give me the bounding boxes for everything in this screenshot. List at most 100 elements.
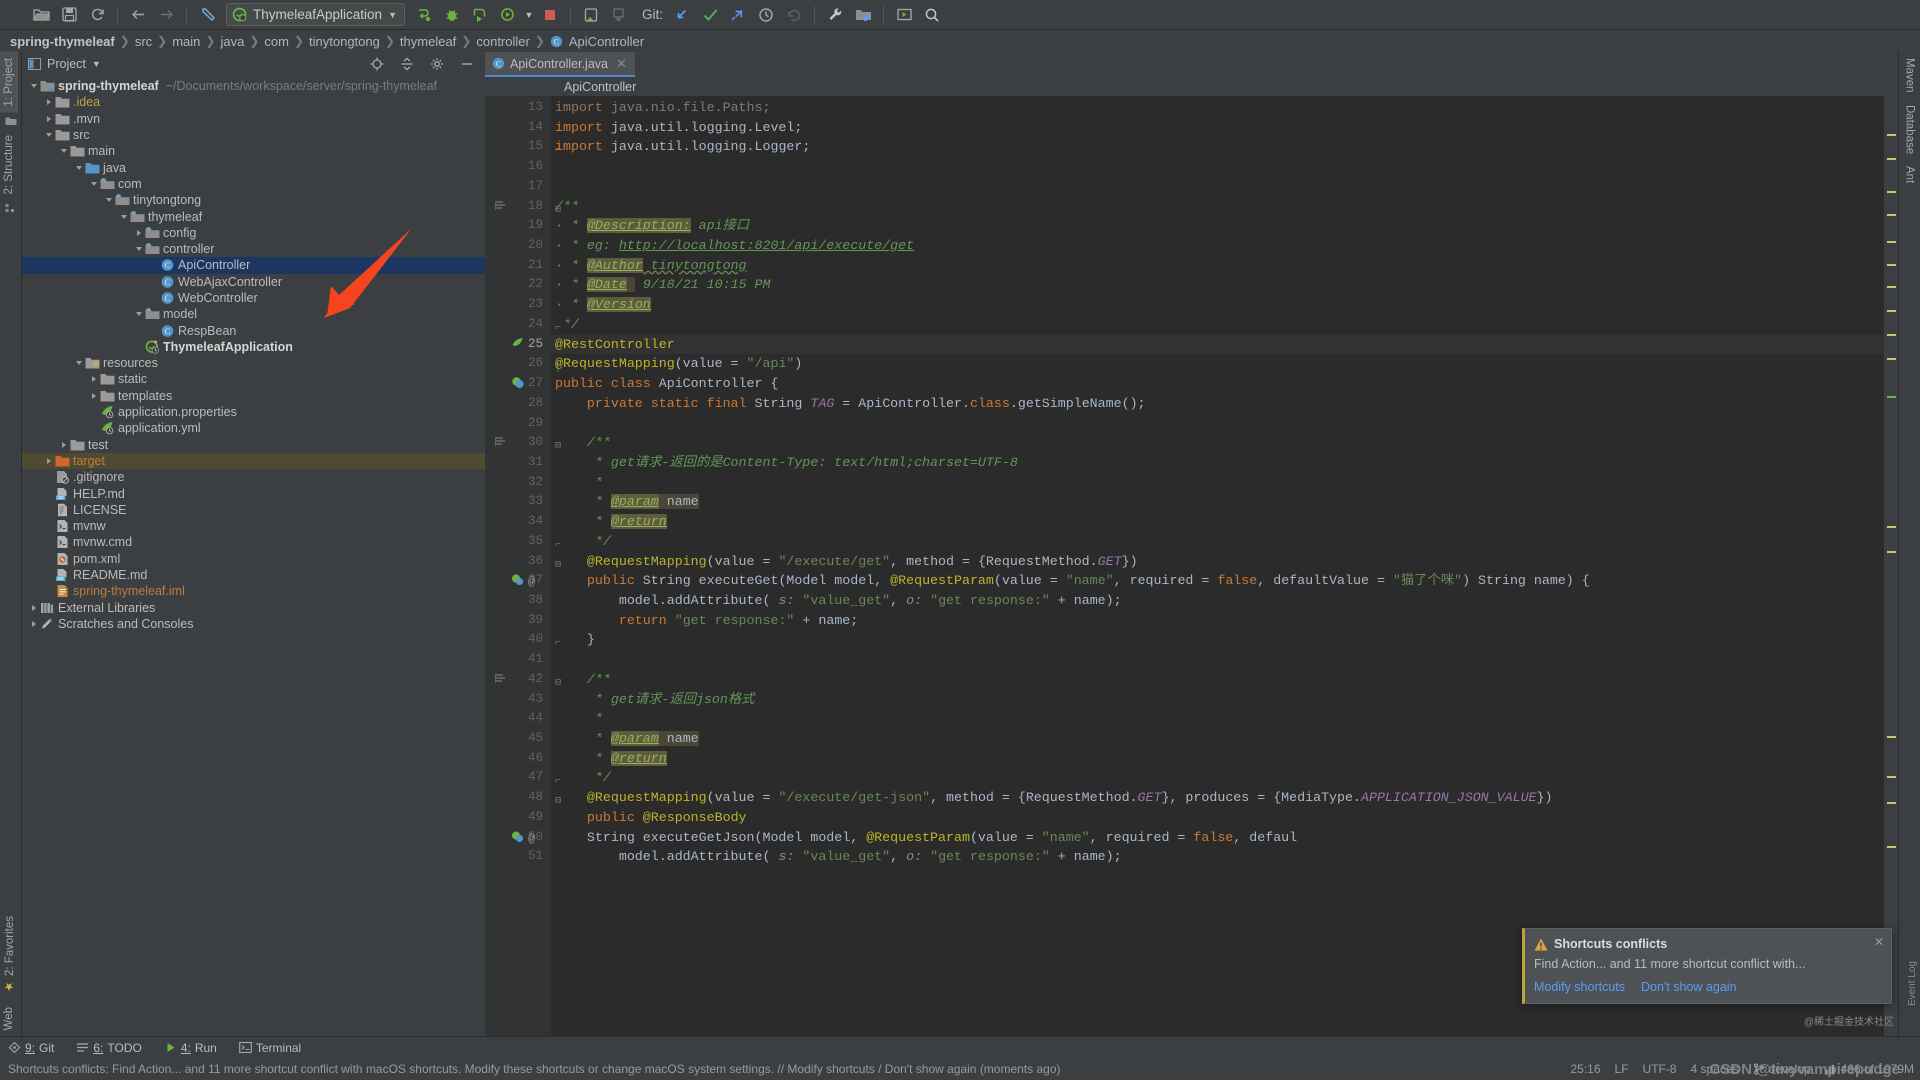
- line-number-gutter[interactable]: 13 14 15⌐ 16 17 18⊟19 20 21 22 23 24⌐25⊟26│ 27 28 29 3…: [485, 96, 561, 1036]
- git-update-icon[interactable]: [669, 3, 695, 27]
- chevron-right-icon[interactable]: [88, 376, 99, 383]
- code-line-22[interactable]: · * @Date 9/18/21 10:15 PM: [551, 275, 1884, 295]
- chevron-down-icon[interactable]: [88, 181, 99, 186]
- breadcrumb-item-2[interactable]: main: [170, 34, 202, 49]
- gutter-line-44[interactable]: 44: [485, 709, 551, 729]
- hide-panel-icon[interactable]: [455, 57, 479, 71]
- code-line-37[interactable]: public String executeGet(Model model, @R…: [551, 571, 1884, 591]
- code-line-46[interactable]: * @return: [551, 749, 1884, 769]
- tree-node-target[interactable]: target: [22, 452, 485, 470]
- tree-node-webajaxcontroller[interactable]: C WebAjaxController: [22, 274, 485, 290]
- tree-node-thymeleaf[interactable]: thymeleaf: [22, 208, 485, 224]
- error-stripe-markers[interactable]: [1884, 96, 1898, 1036]
- sidebar-item-favorites[interactable]: ★ 2: Favorites: [0, 910, 20, 1000]
- chevron-down-icon[interactable]: [133, 247, 144, 252]
- gutter-line-26[interactable]: 26 │: [485, 354, 561, 374]
- rollback-icon[interactable]: [781, 3, 807, 27]
- code-line-20[interactable]: · * eg: http://localhost:8201/api/execut…: [551, 236, 1884, 256]
- gutter-line-24[interactable]: 24 ⌐: [485, 315, 561, 335]
- code-line-38[interactable]: model.addAttribute( s: "value_get", o: "…: [551, 591, 1884, 611]
- gutter-line-13[interactable]: 13: [485, 98, 551, 118]
- code-line-34[interactable]: * @return: [551, 512, 1884, 532]
- dont-show-again-link[interactable]: Don't show again: [1641, 980, 1737, 994]
- run-configuration-selector[interactable]: ThymeleafApplication ▼: [226, 3, 405, 26]
- code-line-24[interactable]: */: [551, 315, 1884, 335]
- gutter-line-46[interactable]: 46: [485, 749, 551, 769]
- device-manager-icon[interactable]: [578, 3, 604, 27]
- chevron-right-icon[interactable]: [133, 229, 144, 236]
- file-encoding[interactable]: UTF-8: [1643, 1062, 1677, 1076]
- chevron-down-icon[interactable]: [103, 198, 114, 203]
- code-line-27[interactable]: public class ApiController {: [551, 374, 1884, 394]
- code-line-44[interactable]: *: [551, 709, 1884, 729]
- modify-shortcuts-link[interactable]: Modify shortcuts: [1534, 980, 1625, 994]
- locate-in-tree-icon[interactable]: [365, 57, 389, 71]
- chevron-down-icon[interactable]: [73, 361, 84, 366]
- build-project-icon[interactable]: [411, 3, 437, 27]
- status-message[interactable]: Shortcuts conflicts: Find Action... and …: [8, 1062, 1556, 1076]
- sync-icon[interactable]: [84, 3, 110, 27]
- tree-node-controller[interactable]: controller: [22, 241, 485, 257]
- coverage-dropdown-icon[interactable]: ▼: [523, 3, 535, 27]
- code-line-21[interactable]: · * @Author tinytongtong: [551, 256, 1884, 276]
- tree-node-apicontroller[interactable]: C ApiController: [22, 257, 485, 274]
- tree-node--idea[interactable]: .idea: [22, 94, 485, 110]
- tree-node-tinytongtong[interactable]: tinytongtong: [22, 192, 485, 208]
- code-line-14[interactable]: import java.util.logging.Level;: [551, 118, 1884, 138]
- bottom-tab-git[interactable]: 9: Git: [4, 1041, 58, 1055]
- tree-node-main[interactable]: main: [22, 143, 485, 159]
- collapse-all-icon[interactable]: [395, 57, 419, 71]
- chevron-down-icon[interactable]: [133, 312, 144, 317]
- gutter-line-50[interactable]: @50: [485, 828, 551, 848]
- chevron-right-icon[interactable]: [88, 392, 99, 399]
- editor-tab-apicontroller[interactable]: C ApiController.java ✕: [485, 52, 635, 77]
- run-anything-icon[interactable]: [891, 3, 917, 27]
- breadcrumb-item-7[interactable]: controller: [474, 34, 531, 49]
- code-line-40[interactable]: }: [551, 630, 1884, 650]
- code-line-30[interactable]: /**: [551, 433, 1884, 453]
- breadcrumb-item-1[interactable]: src: [133, 34, 154, 49]
- gutter-line-17[interactable]: 17: [485, 177, 551, 197]
- gutter-line-22[interactable]: 22: [485, 275, 551, 295]
- gutter-line-42[interactable]: 42 ⊟: [485, 670, 561, 690]
- gutter-line-36[interactable]: 36 ⊟: [485, 552, 561, 572]
- project-tree[interactable]: spring-thymeleaf ~/Documents/workspace/se…: [22, 76, 485, 1036]
- tree-node-help-md[interactable]: MD HELP.md: [22, 485, 485, 501]
- code-line-17[interactable]: [551, 177, 1884, 197]
- code-line-16[interactable]: [551, 157, 1884, 177]
- code-line-45[interactable]: * @param name: [551, 729, 1884, 749]
- gutter-line-45[interactable]: 45: [485, 729, 551, 749]
- gutter-line-49[interactable]: 49: [485, 808, 551, 828]
- gutter-line-39[interactable]: 39: [485, 611, 551, 631]
- gutter-line-31[interactable]: 31: [485, 453, 551, 473]
- tree-node-resources[interactable]: resources: [22, 355, 485, 371]
- chevron-down-icon[interactable]: [58, 149, 69, 154]
- chevron-down-icon[interactable]: [118, 214, 129, 219]
- chevron-right-icon[interactable]: [58, 441, 69, 448]
- gutter-line-18[interactable]: 18 ⊟: [485, 197, 561, 217]
- chevron-down-icon[interactable]: [28, 84, 39, 89]
- code-line-18[interactable]: /**: [551, 197, 1884, 217]
- tree-node--gitignore[interactable]: .gitignore: [22, 469, 485, 485]
- save-all-icon[interactable]: [56, 3, 82, 27]
- project-structure-icon[interactable]: [850, 3, 876, 27]
- line-separator[interactable]: LF: [1615, 1062, 1629, 1076]
- tree-node-readme-md[interactable]: MD README.md: [22, 567, 485, 583]
- tree-node-scratches-and-consoles[interactable]: Scratches and Consoles: [22, 616, 485, 632]
- gear-icon[interactable]: [425, 57, 449, 71]
- gutter-line-47[interactable]: 47 ⌐: [485, 768, 561, 788]
- code-line-19[interactable]: · * @Description: api接口: [551, 216, 1884, 236]
- tree-node-webcontroller[interactable]: C WebController: [22, 290, 485, 306]
- chevron-right-icon[interactable]: [43, 99, 54, 106]
- tree-node--mvn[interactable]: .mvn: [22, 111, 485, 127]
- gutter-line-33[interactable]: 33: [485, 492, 551, 512]
- search-everywhere-icon[interactable]: [919, 3, 945, 27]
- gutter-line-14[interactable]: 14: [485, 118, 551, 138]
- gutter-line-43[interactable]: 43: [485, 690, 551, 710]
- tree-node-test[interactable]: test: [22, 437, 485, 453]
- gutter-line-16[interactable]: 16: [485, 157, 551, 177]
- tree-node-config[interactable]: config: [22, 225, 485, 241]
- gutter-line-30[interactable]: 30 ⊟: [485, 433, 561, 453]
- tree-node-mvnw[interactable]: mvnw: [22, 518, 485, 534]
- gutter-line-20[interactable]: 20: [485, 236, 551, 256]
